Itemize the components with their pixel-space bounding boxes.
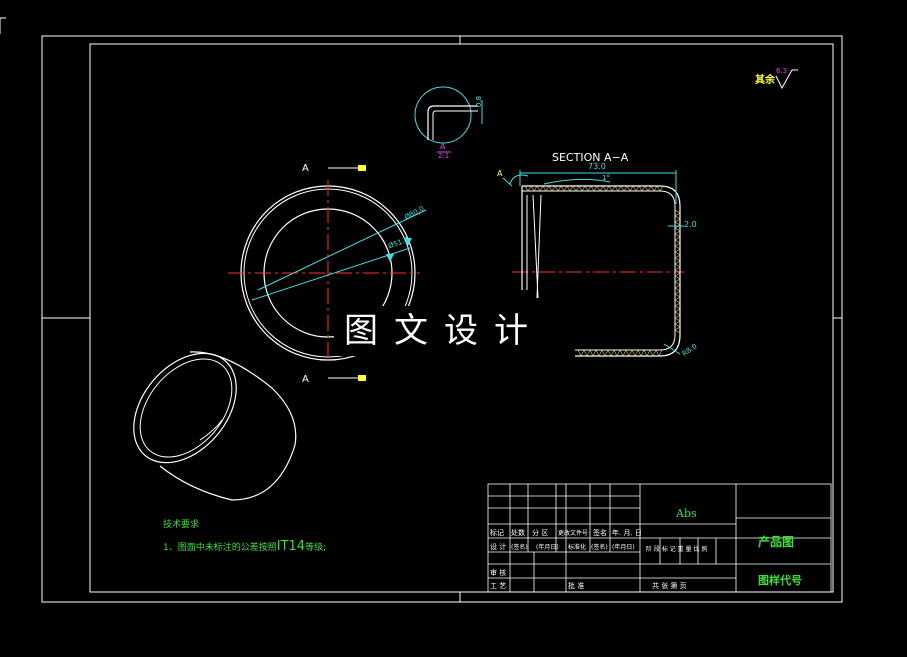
- detail-circle: [414, 86, 472, 144]
- section-arrow-bottom: [358, 375, 366, 381]
- section-mark-top: A: [302, 163, 309, 174]
- tb-row-a-5: 年. 月. 日: [612, 529, 642, 537]
- notes-line-1-prefix: 1、图面中未标注的公差按照: [163, 543, 277, 553]
- notes-heading: 技术要求: [163, 520, 200, 530]
- detail-callout-label: A: [497, 169, 503, 178]
- notes-line-1-grade: IT14: [276, 539, 306, 554]
- dim-leader-inner: [251, 247, 411, 301]
- tb-row-d-right: 共 张 第 页: [652, 582, 687, 590]
- isometric-view: [133, 351, 297, 501]
- section-mark-bottom: A: [302, 374, 309, 385]
- tb-row-b-5: (年月日): [612, 544, 635, 551]
- detail-view-label: A: [440, 142, 446, 151]
- tb-drawing-code: 图样代号: [758, 574, 802, 587]
- detail-callout-circle: [509, 174, 529, 185]
- tb-row-a-0: 标记: [490, 529, 504, 537]
- detail-view: [414, 86, 483, 153]
- tb-row-b-right: 阶 段 标 记 重 量 比 例: [646, 546, 708, 553]
- dim-length-label: 73.0: [588, 162, 606, 171]
- dim-leader-outer: [257, 209, 427, 291]
- iso-body-top: [189, 351, 297, 446]
- dim-arrow-inner: [386, 254, 394, 262]
- tb-product-name: 产品图: [758, 535, 795, 549]
- tb-row-b-3: 标准化: [568, 544, 587, 551]
- dim-thickness-label: 2.0: [684, 220, 697, 229]
- tb-row-d-0: 工 艺: [490, 582, 507, 590]
- iso-inner-edge: [199, 419, 223, 441]
- dim-arc-angle: [543, 178, 611, 185]
- tb-row-a-3: 更改文件号: [558, 530, 589, 537]
- iso-top-outer: [133, 352, 237, 464]
- tb-material: Abs: [676, 507, 697, 520]
- section-wall-lip-2: [536, 194, 542, 299]
- roughness-value: 6.3: [776, 67, 788, 75]
- notes-line-1-suffix: 等级;: [305, 543, 327, 553]
- dim-angle-label: 1°: [602, 174, 610, 182]
- tb-row-b-4: (签名): [591, 544, 608, 551]
- tb-row-a-2: 分 区: [532, 529, 549, 537]
- tb-row-a-4: 签名: [593, 529, 607, 537]
- section-arrow-top: [358, 165, 366, 171]
- tb-row-d-1: 批 准: [568, 582, 585, 590]
- detail-view-scale: 2:1: [438, 152, 450, 160]
- tb-row-b-0: 设 计: [490, 543, 507, 551]
- tb-row-c-0: 审 核: [490, 569, 507, 577]
- tb-row-b-2: (年月日): [536, 544, 559, 551]
- watermark: 图文设计: [334, 306, 554, 356]
- detail-dimension: 0.8: [475, 95, 484, 108]
- roughness-label: 其余: [755, 75, 775, 86]
- notes-line-1: 1、图面中未标注的公差按照IT14等级;: [163, 540, 326, 553]
- tb-row-b-1: (签名): [511, 544, 528, 551]
- tb-row-a-1: 处数: [511, 529, 525, 537]
- iso-body-bottom: [159, 444, 296, 501]
- section-hatch: [524, 185, 664, 192]
- section-hatch-bottom: [577, 349, 663, 357]
